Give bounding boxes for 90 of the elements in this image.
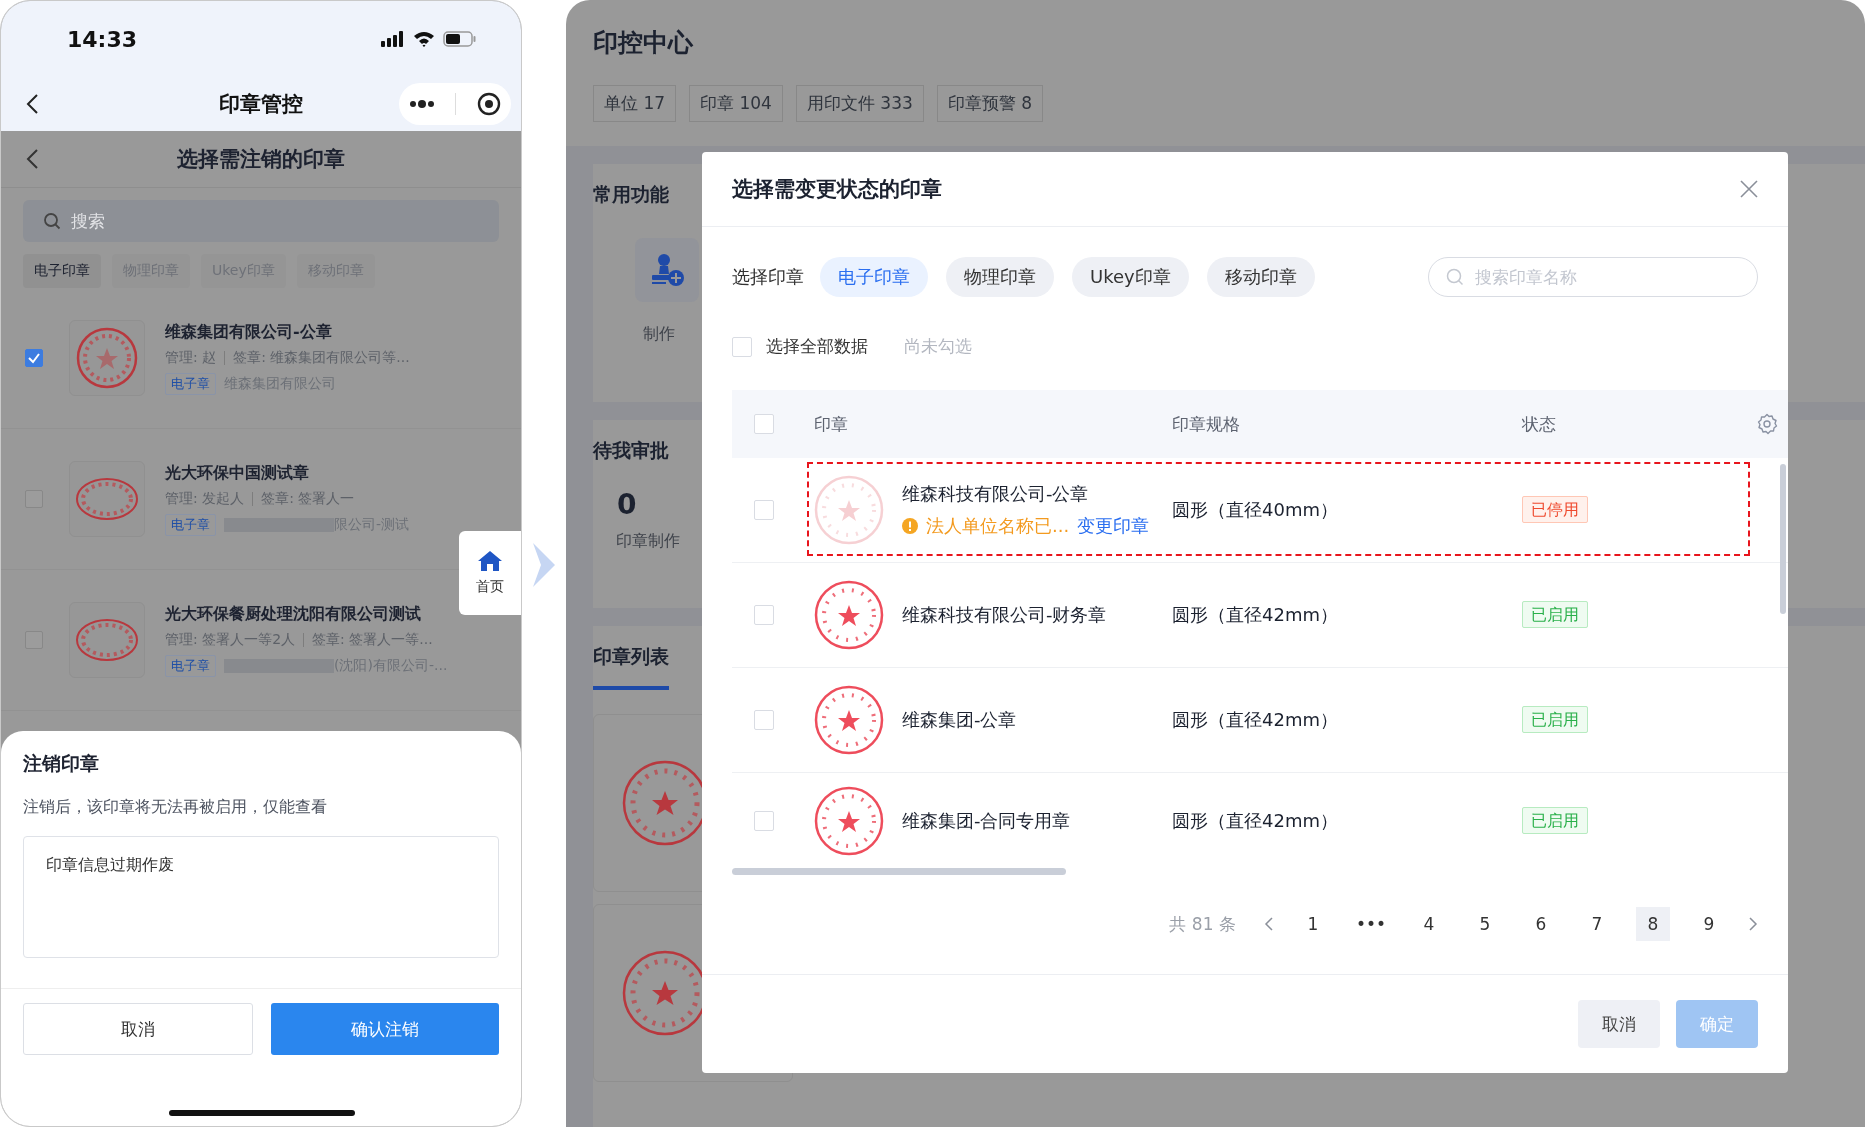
target-icon[interactable] [476,92,501,116]
seal-type-tag: 电子章 [165,513,216,536]
status-tag: 已启用 [1522,806,1588,834]
action-label: 制作 [643,324,675,345]
status-tag: 已停用 [1522,495,1588,523]
arrow-icon [531,540,557,589]
seal-spec: 圆形（直径40mm） [1172,498,1339,522]
home-button[interactable]: 首页 [459,531,521,615]
selection-hint: 尚未勾选 [904,335,972,358]
change-seal-link[interactable]: 变更印章 [1077,514,1150,538]
list-tab[interactable]: 印章列表 [593,644,669,690]
search-icon [43,212,61,230]
seal-icon [75,618,139,662]
checkbox[interactable] [25,349,43,367]
filter-chip[interactable]: 物理印章 [946,257,1054,297]
capsule-menu[interactable] [399,83,511,125]
sheet-title: 注销印章 [23,751,100,776]
scrollbar[interactable] [1780,464,1786,614]
filter-chip[interactable]: 电子印章 [23,254,101,288]
subpage-title: 选择需注销的印章 [176,146,346,173]
sheet-description: 注销后，该印章将无法再被启用，仅能查看 [23,797,328,818]
page-button[interactable]: 7 [1580,907,1614,941]
stat-chip: 印章 104 [689,85,783,122]
column-header: 状态 [1522,412,1557,436]
signer-text: 签章: 签署人一 [261,489,355,508]
filter-chip[interactable]: Ukey印章 [1072,257,1189,297]
wifi-icon [413,31,435,47]
home-icon[interactable] [477,550,503,572]
filter-chip[interactable]: 电子印章 [820,257,928,297]
sheet-button[interactable]: 确认注销 [271,1003,499,1055]
search-icon [1446,268,1464,286]
seal-spec: 圆形（直径42mm） [1172,603,1339,627]
filter-chip[interactable]: 移动印章 [1206,257,1315,297]
seal-name: 光大环保中国测试章 [165,462,310,484]
stat-chip: 单位 17 [593,85,677,122]
warning-icon [902,518,918,534]
seal-name: 光大环保餐厨处理沈阳有限公司测试 [165,603,422,625]
reason-field[interactable]: 印章信息过期作废 [23,836,499,958]
page-button[interactable]: 5 [1468,907,1502,941]
stat-chip: 用印文件 333 [795,85,924,122]
warning-text: 法人单位名称已... [926,514,1070,538]
status-tag: 已启用 [1522,600,1588,628]
signal-icon [381,31,405,47]
seal-name: 维森科技有限公司-公章 [902,482,1090,506]
page-button[interactable]: 4 [1412,907,1446,941]
pending-count: 0 [617,488,637,521]
filter-label: 选择印章 [732,265,804,289]
seal-icon [75,477,139,521]
status-tag: 已启用 [1522,705,1588,733]
seal-type-tag: 电子章 [165,372,216,395]
settings-icon[interactable] [1756,413,1778,435]
select-all-label: 选择全部数据 [766,335,868,358]
stamp-add-icon[interactable] [649,252,685,288]
search-field[interactable]: 搜索印章名称 [1428,257,1758,297]
prev-page-icon[interactable] [1263,917,1274,931]
dialog-title: 选择需变更状态的印章 [732,176,942,203]
section-title: 常用功能 [593,182,669,207]
pending-label: 印章制作 [616,531,680,552]
page-button[interactable]: 1 [1295,907,1330,941]
battery-icon [443,31,477,47]
create-seal-button[interactable] [635,238,699,302]
column-header: 印章规格 [1172,412,1241,436]
search-field[interactable]: 搜索 [23,200,499,242]
signer-text: 签章: 签署人一等... [312,630,433,649]
page-title: 印章管控 [218,91,304,118]
seal-icon [76,327,138,389]
page-button[interactable]: 6 [1524,907,1558,941]
sheet-button[interactable]: 取消 [23,1003,253,1055]
seal-spec: 圆形（直径42mm） [1172,809,1339,833]
seal-spec: 圆形（直径42mm） [1172,708,1339,732]
scrollbar[interactable] [732,868,1066,875]
dialog-button[interactable]: 取消 [1578,1000,1660,1048]
page-button[interactable]: 9 [1692,907,1726,941]
more-icon[interactable] [409,99,436,109]
seal-type-tag: 电子章 [165,654,216,677]
section-title: 待我审批 [593,438,669,463]
next-page-icon[interactable] [1748,917,1758,931]
total-count: 共 81 条 [1169,912,1236,936]
page-button[interactable]: ••• [1351,907,1390,941]
status-time: 14:33 [67,26,138,52]
back-icon[interactable] [25,93,39,115]
page-button[interactable]: 8 [1636,907,1670,941]
close-icon[interactable] [1740,180,1758,198]
stat-chip: 印章预警 8 [936,85,1043,122]
app-title: 印控中心 [593,27,693,59]
seal-name: 维森集团-合同专用章 [902,809,1071,833]
seal-name: 维森集团-公章 [902,708,1017,732]
seal-name: 维森科技有限公司-财务章 [902,603,1107,627]
column-header: 印章 [814,412,849,436]
seal-name: 维森集团有限公司-公章 [165,321,333,343]
